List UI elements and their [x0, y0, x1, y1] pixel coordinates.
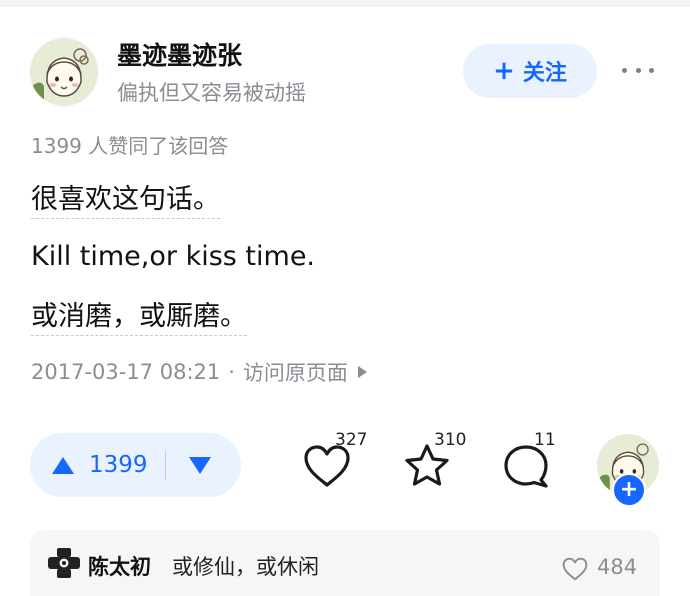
follow-plus-badge[interactable]: +	[612, 473, 646, 507]
author-bio: 偏执但又容易被动摇	[117, 81, 306, 105]
follow-button[interactable]: + 关注	[463, 44, 597, 98]
comment-like-count: 484	[597, 555, 638, 579]
plus-icon: +	[493, 56, 515, 86]
comment-button[interactable]: 11	[502, 430, 556, 490]
commenter-name[interactable]: 陈太初	[88, 551, 151, 581]
favorite-count: 310	[434, 430, 467, 450]
favorite-button[interactable]: 310	[402, 430, 466, 490]
girl-avatar-icon	[30, 38, 98, 106]
comment-text: 或修仙，或休闲	[172, 555, 319, 579]
timestamp: 2017-03-17 08:21	[31, 360, 221, 384]
like-count: 327	[335, 430, 368, 450]
author-name[interactable]: 墨迹墨迹张	[117, 36, 242, 72]
top-divider	[0, 0, 690, 7]
heart-icon[interactable]	[561, 556, 589, 582]
upvote-button[interactable]: 1399	[30, 433, 148, 497]
answer-line-1: 很喜欢这句话。	[31, 183, 220, 219]
like-button[interactable]: 327	[302, 430, 367, 490]
comment-count: 11	[534, 430, 556, 450]
downvote-arrow-icon	[188, 456, 211, 474]
upvote-count: 1399	[89, 452, 148, 478]
upvote-arrow-icon	[52, 456, 74, 474]
follow-button-label: 关注	[522, 61, 567, 86]
answer-meta: 2017-03-17 08:21 · 访问原页面	[31, 357, 367, 387]
meta-separator: ·	[228, 360, 235, 384]
upvote-summary: 1399 人赞同了该回答	[31, 134, 229, 158]
more-options-icon[interactable]	[622, 58, 654, 82]
view-original-link[interactable]: 访问原页面	[243, 357, 348, 387]
top-comment[interactable]: 陈太初 或修仙，或休闲 484	[30, 530, 660, 596]
vote-control: 1399	[30, 433, 241, 497]
answer-line-3: 或消磨，或厮磨。	[31, 300, 247, 336]
answer-line-2: Kill time,or kiss time.	[31, 241, 316, 272]
author-avatar[interactable]	[30, 38, 98, 106]
downvote-button[interactable]	[166, 433, 234, 497]
commenter-avatar-icon[interactable]	[48, 548, 80, 578]
play-arrow-icon[interactable]	[357, 366, 367, 378]
